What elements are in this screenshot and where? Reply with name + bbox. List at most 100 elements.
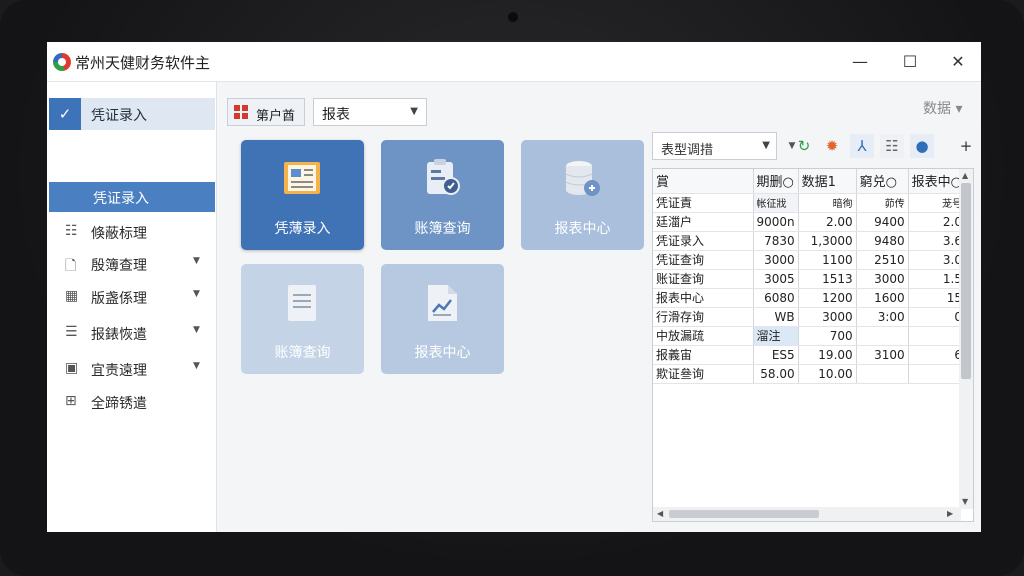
report-select-value: 报表: [322, 107, 350, 123]
app-title: 常州天健财务软件主: [75, 54, 211, 72]
column-header[interactable]: 报表中○: [908, 169, 967, 194]
table-row[interactable]: 凭证查询 3000 1100 2510 3.0: [653, 250, 967, 270]
table-cell: 账证查询: [653, 269, 754, 289]
table-icon: ⊞: [65, 393, 77, 409]
globe-icon[interactable]: ●: [910, 134, 934, 158]
tile-label: 凭薄录入: [274, 221, 331, 237]
column-header[interactable]: 窮兑○: [856, 169, 909, 194]
sidebar-item-active[interactable]: 凭证录入: [49, 182, 215, 212]
list-icon[interactable]: ☷: [880, 134, 904, 158]
chart-check-icon: ✓: [49, 98, 81, 130]
table-cell: 3100: [856, 345, 909, 365]
table-cell: 3005: [753, 269, 799, 289]
app-window: 常州天健财务软件主 — ☐ ✕ ✓ 凭证录入 凭证录入 ☷ 倏蔽标理 🗋 殷簿查…: [47, 42, 981, 532]
table-cell: 58.00: [753, 364, 799, 384]
sidebar-item-3[interactable]: ☰ 报錶恢遣 ▼: [49, 319, 215, 347]
table-cell: 700: [798, 326, 857, 346]
table-cell: 9480: [856, 231, 909, 251]
column-header[interactable]: 期删○: [753, 169, 799, 194]
tiles-icon: ▣: [65, 360, 79, 376]
table-cell: 7830: [753, 231, 799, 251]
scroll-left-icon[interactable]: ◀: [657, 509, 663, 518]
table-cell: 廷湽户: [653, 212, 754, 232]
tab-home[interactable]: 第户酋: [227, 98, 305, 126]
apps-icon: [234, 105, 248, 119]
vertical-scroll-thumb[interactable]: [961, 183, 971, 379]
close-button[interactable]: ✕: [945, 50, 971, 74]
sidebar-item-1[interactable]: 🗋 殷簿查理 ▼: [49, 250, 215, 278]
data-panel: 表型调措 ▼ ▼ ↻ ✹ ⅄ ☷ ● + 賞 期删○ 数据1 窮兑○ 报表中○ …: [652, 132, 977, 522]
sidebar-item-label: 宜责遠理: [91, 363, 147, 379]
tile-voucher-entry[interactable]: 凭薄录入: [241, 140, 364, 250]
tile-label: 账簿查询: [414, 221, 471, 237]
table-row[interactable]: 凭证录入 7830 1,3000 9480 3.6: [653, 231, 967, 251]
report-select[interactable]: 报表 ▼: [313, 98, 427, 126]
table-cell: WB: [753, 307, 799, 327]
flame-icon[interactable]: ✹: [820, 134, 844, 158]
document-lines-icon: [288, 285, 316, 321]
table-row[interactable]: 中放漏疏 溜注 700: [653, 326, 967, 346]
table-cell: 暗徇: [798, 193, 857, 213]
person-icon[interactable]: ⅄: [850, 134, 874, 158]
tile-label: 报表中心: [554, 221, 611, 237]
horizontal-scroll-thumb[interactable]: [669, 510, 819, 518]
table-row[interactable]: 凭证責 帐征戕 暗徇 茆传 茏号: [653, 193, 967, 213]
sidebar-item-4[interactable]: ▣ 宜责遠理 ▼: [49, 355, 215, 383]
table-cell: 茆传: [856, 193, 909, 213]
data-menu[interactable]: 数据 ▾: [923, 98, 962, 118]
scroll-right-icon[interactable]: ▶: [947, 509, 953, 518]
data-grid[interactable]: 賞 期删○ 数据1 窮兑○ 报表中○ 凭证責 帐征戕 暗徇 茆传 茏号 廷湽户 9000n…: [652, 168, 974, 522]
type-combo-value: 表型调措: [661, 143, 714, 158]
tile-ledger-query-2[interactable]: 账簿查询: [241, 264, 364, 374]
clipboard-search-icon: [427, 159, 460, 195]
table-cell: 凭证查询: [653, 250, 754, 270]
table-cell: [856, 364, 909, 384]
table-header-row: 賞 期删○ 数据1 窮兑○ 报表中○: [653, 169, 967, 194]
column-header[interactable]: 数据1: [798, 169, 857, 194]
column-header[interactable]: 賞: [653, 169, 754, 194]
maximize-button[interactable]: ☐: [897, 50, 923, 74]
table-row[interactable]: 行滑存询WB30003:000: [653, 307, 967, 327]
tile-report-center[interactable]: 报表中心: [521, 140, 644, 250]
horizontal-scrollbar[interactable]: ◀ ▶: [653, 507, 961, 521]
tile-ledger-query[interactable]: 账簿查询: [381, 140, 504, 250]
tab-home-label: 第户酋: [256, 109, 296, 124]
scroll-down-icon[interactable]: ▼: [962, 497, 968, 506]
sidebar-item-2[interactable]: ▦ 版盏係理 ▼: [49, 283, 215, 311]
table-row[interactable]: 报表中心 6080 1200 1600 15: [653, 288, 967, 308]
table-row[interactable]: 欺证叄询 58.00 10.00: [653, 364, 967, 384]
table-cell: 报表中心: [653, 288, 754, 308]
table-row[interactable]: 报義宙ES519.0031006: [653, 345, 967, 365]
table-cell: [908, 364, 967, 384]
minimize-button[interactable]: —: [847, 50, 873, 74]
sidebar-item-label: 报錶恢遣: [91, 327, 147, 343]
scroll-up-icon[interactable]: ▲: [962, 171, 968, 180]
ledger-icon: [284, 162, 320, 194]
table-cell: 2.00: [798, 212, 857, 232]
table-cell: 凭证录入: [653, 231, 754, 251]
list-icon: ☷: [65, 223, 78, 239]
type-combo[interactable]: 表型调措 ▼: [652, 132, 777, 160]
table-cell: 3.0: [908, 250, 967, 270]
table-cell-selected[interactable]: 溜注: [753, 326, 799, 346]
add-icon[interactable]: +: [954, 134, 978, 158]
table-cell: 9400: [856, 212, 909, 232]
chevron-down-icon: ▼: [193, 289, 200, 299]
sidebar-header-label: 凭证录入: [91, 108, 147, 124]
sidebar-item-5[interactable]: ⊞ 全蹄锈遣: [49, 388, 215, 416]
vertical-scrollbar[interactable]: ▲ ▼: [959, 169, 973, 509]
table-cell: 3000: [856, 269, 909, 289]
refresh-icon[interactable]: ↻: [792, 134, 816, 158]
chevron-down-icon: ▼: [410, 106, 418, 117]
table-cell: 茏号: [908, 193, 967, 213]
table-cell: 2510: [856, 250, 909, 270]
tile-label: 账簿查询: [274, 345, 331, 361]
table-row[interactable]: 账证查询 3005 1513 3000 1.5: [653, 269, 967, 289]
camera: [508, 12, 518, 22]
table-cell: 2.0: [908, 212, 967, 232]
tile-report-center-2[interactable]: 报表中心: [381, 264, 504, 374]
sidebar-item-0[interactable]: ☷ 倏蔽标理: [49, 218, 215, 246]
table-row[interactable]: 廷湽户 9000n 2.00 9400 2.0: [653, 212, 967, 232]
sidebar-header[interactable]: ✓ 凭证录入: [49, 98, 215, 130]
table-cell: 中放漏疏: [653, 326, 754, 346]
